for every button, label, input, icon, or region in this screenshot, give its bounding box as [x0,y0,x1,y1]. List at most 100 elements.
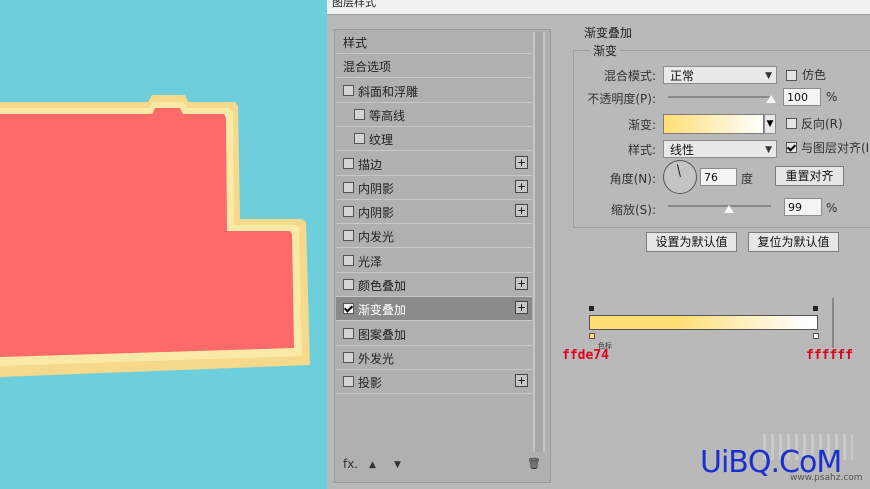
chevron-down-icon: ▼ [766,119,774,129]
style-item-checkbox[interactable] [343,303,354,315]
styles-scrollbar-thumb[interactable] [535,32,543,452]
style-item-checkbox[interactable] [343,351,354,363]
opacity-slider-knob[interactable] [766,95,776,103]
style-item-checkbox[interactable] [354,108,365,120]
style-label: 样式: [627,143,656,157]
set-as-default-button[interactable]: 设置为默认值 [646,232,737,252]
style-item-5[interactable]: 描边 + [336,152,532,176]
style-item-label: 颜色叠加 [358,279,407,293]
scale-slider-track[interactable] [668,205,771,207]
style-item-6[interactable]: 内阴影 + [336,176,532,200]
style-item-checkbox[interactable] [343,254,354,266]
style-item-12[interactable]: 图案叠加 [336,322,532,346]
plus-icon[interactable]: + [515,179,528,193]
editor-divider [832,298,834,348]
style-item-8[interactable]: 内发光 [336,224,532,249]
opacity-percent: % [826,90,838,104]
move-down-icon[interactable]: ▼ [394,460,401,470]
scale-label: 缩放(S): [610,203,656,217]
blend-mode-select[interactable]: 正常 ▼ [663,66,777,84]
style-item-checkbox[interactable] [343,181,354,193]
style-item-label: 描边 [358,157,383,172]
color-stop-left[interactable] [589,333,595,339]
color-stop-right[interactable] [813,333,819,339]
style-item-checkbox[interactable] [343,157,354,169]
style-item-10[interactable]: 颜色叠加 + [336,273,532,297]
watermark-url: www.psahz.com [790,473,863,483]
style-item-14[interactable]: 投影 + [336,370,532,395]
opacity-stop-right[interactable] [813,306,818,311]
fx-icon[interactable]: fx. [343,457,358,471]
style-item-label: 渐变叠加 [358,303,407,318]
style-item-checkbox[interactable] [343,376,354,388]
style-item-label: 内阴影 [358,181,395,196]
chevron-down-icon: ▼ [765,71,772,81]
style-item-label: 样式 [343,36,368,50]
gradient-style-value: 线性 [670,143,695,157]
section-title: 渐变叠加 [584,26,633,40]
reset-to-default-button[interactable]: 复位为默认值 [748,232,839,252]
chevron-down-icon: ▼ [765,145,772,155]
style-item-checkbox[interactable] [354,133,365,145]
style-item-label: 斜面和浮雕 [358,84,419,99]
scale-slider-knob[interactable] [724,205,735,213]
style-item-label: 光泽 [358,254,383,269]
gradient-dropdown[interactable]: ▼ [764,114,776,134]
style-item-0[interactable]: 样式 [336,30,532,54]
style-item-label: 投影 [358,376,383,391]
dialog-title-bar: 图层样式 [327,0,870,15]
style-item-checkbox[interactable] [343,230,354,242]
align-with-layer-checkbox[interactable] [786,142,797,153]
style-item-13[interactable]: 外发光 [336,346,532,370]
gradient-style-select[interactable]: 线性 ▼ [663,140,777,158]
reset-alignment-button[interactable]: 重置对齐 [775,166,844,186]
right-color-hex: ffffff [806,348,853,363]
align-with-layer-label: 与图层对齐(I) [801,141,870,155]
dialog-title: 图层样式 [332,0,376,9]
trash-icon[interactable]: 🗑 [527,457,541,470]
gradient-editor-bar[interactable] [589,315,818,330]
left-color-hex: ffde74 [562,348,609,363]
plus-icon[interactable]: + [515,374,528,388]
blend-mode-label: 混合模式: [603,69,656,83]
style-item-checkbox[interactable] [343,279,354,290]
layer-shape-art [0,95,310,377]
style-item-checkbox[interactable] [343,206,354,218]
style-item-9[interactable]: 光泽 [336,249,532,273]
scale-input[interactable]: 99 [784,198,822,216]
plus-icon[interactable]: + [515,204,528,218]
style-item-checkbox[interactable] [343,84,354,96]
style-item-label: 内发光 [358,230,395,245]
style-item-label: 等高线 [369,108,406,123]
style-item-2[interactable]: 斜面和浮雕 [336,79,532,103]
reverse-label: 反向(R) [801,117,843,131]
blend-mode-value: 正常 [670,69,695,83]
style-item-label: 纹理 [369,133,394,148]
plus-icon[interactable]: + [515,301,528,315]
move-up-icon[interactable]: ▲ [369,460,376,470]
style-item-label: 外发光 [358,351,395,366]
opacity-input[interactable]: 100 [783,88,821,106]
style-item-checkbox[interactable] [343,327,354,339]
plus-icon[interactable]: + [515,277,528,290]
plus-icon[interactable]: + [515,155,528,169]
gradient-picker[interactable] [663,114,764,134]
reverse-checkbox[interactable] [786,118,797,129]
shape-fill [0,108,294,357]
style-item-label: 图案叠加 [358,327,407,342]
style-item-11[interactable]: 渐变叠加 + [336,297,532,322]
dither-checkbox[interactable] [786,70,797,81]
opacity-stop-left[interactable] [589,306,594,311]
style-item-3[interactable]: 等高线 [336,103,532,127]
opacity-slider-track[interactable] [668,96,771,98]
dither-label: 仿色 [802,68,827,82]
angle-unit: 度 [741,172,754,186]
angle-input[interactable]: 76 [700,168,737,186]
angle-dial[interactable] [663,160,697,194]
canvas-area [0,0,328,489]
opacity-label: 不透明度(P): [587,92,656,106]
style-item-1[interactable]: 混合选项 [336,54,532,79]
angle-label: 角度(N): [609,172,656,186]
style-item-4[interactable]: 纹理 [336,127,532,152]
style-item-7[interactable]: 内阴影 + [336,200,532,225]
